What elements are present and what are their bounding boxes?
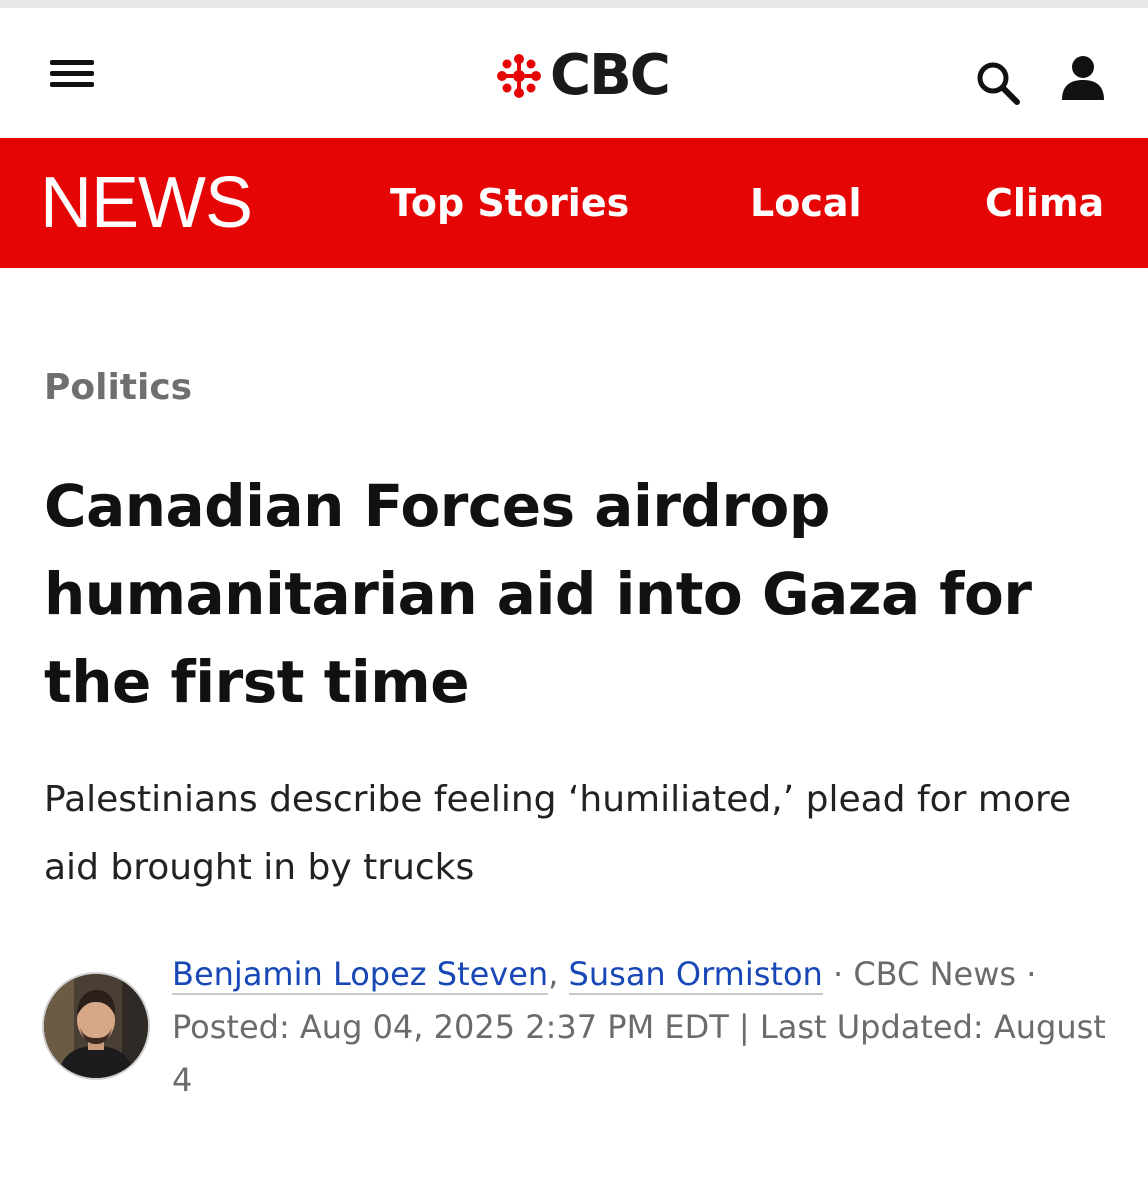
avatar-photo <box>44 974 148 1078</box>
cbc-logo[interactable]: CBC <box>494 43 671 108</box>
site-header: CBC <box>0 8 1148 138</box>
posted-timestamp: Posted: Aug 04, 2025 2:37 PM EDT | Last … <box>172 1008 1106 1099</box>
article-category[interactable]: Politics <box>44 364 192 412</box>
user-icon[interactable] <box>1060 54 1106 102</box>
article-headline: Canadian Forces airdrop humanitarian aid… <box>44 472 1032 716</box>
top-strip <box>0 0 1148 8</box>
author-link[interactable]: Susan Ormiston <box>568 955 823 995</box>
author-link[interactable]: Benjamin Lopez Steven <box>172 955 549 995</box>
nav-item-top-stories[interactable]: Top Stories <box>390 178 629 228</box>
author-separator: , <box>548 955 559 993</box>
article-byline: Benjamin Lopez Steven, Susan Ormiston · … <box>172 948 1122 1107</box>
source-label: · CBC News · <box>832 955 1037 993</box>
logo-text: CBC <box>550 43 671 108</box>
author-avatar[interactable] <box>42 972 150 1080</box>
news-section-label[interactable]: NEWS <box>40 160 253 246</box>
nav-item-climate[interactable]: Clima <box>985 178 1105 228</box>
nav-item-local[interactable]: Local <box>750 178 862 228</box>
hamburger-menu-icon[interactable] <box>50 58 96 94</box>
search-icon[interactable] <box>975 60 1021 106</box>
article-deck: Palestinians describe feeling ‘humiliate… <box>44 779 1072 888</box>
cbc-gem-icon <box>497 54 541 98</box>
news-navbar: NEWS Top Stories Local Clima <box>0 138 1148 268</box>
